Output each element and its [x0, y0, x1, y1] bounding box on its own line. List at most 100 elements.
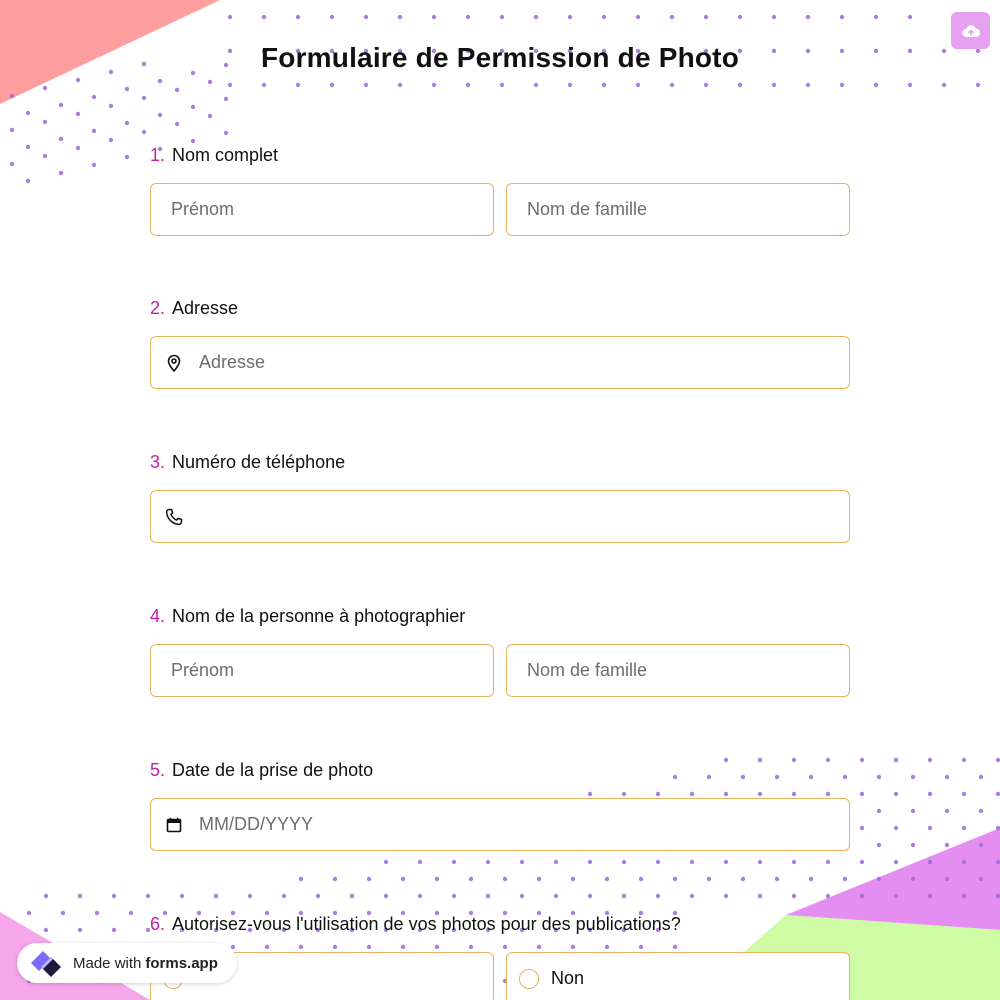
decorative-dot	[145, 893, 151, 899]
forms-app-logo-icon	[31, 951, 61, 977]
decorative-dot	[791, 859, 797, 865]
decorative-dot	[805, 14, 811, 20]
decorative-dot	[723, 859, 729, 865]
decorative-dot	[961, 893, 967, 899]
decorative-dot	[740, 876, 746, 882]
address-input[interactable]: Adresse	[150, 336, 850, 389]
decorative-dot	[58, 170, 64, 176]
decorative-dot	[223, 96, 229, 102]
question-full-name: 1. Nom complet Prénom Nom de famille	[150, 145, 850, 236]
made-with-badge[interactable]: Made with forms.app	[17, 943, 237, 983]
decorative-dot	[941, 82, 947, 88]
decorative-dot	[383, 859, 389, 865]
date-placeholder: MM/DD/YYYY	[199, 814, 314, 834]
decorative-dot	[207, 113, 213, 119]
date-input[interactable]: MM/DD/YYYY	[150, 798, 850, 851]
cloud-upload-icon	[961, 24, 980, 37]
decorative-dot	[995, 791, 1000, 797]
question-label: 3. Numéro de téléphone	[150, 452, 850, 476]
decorative-dot	[42, 153, 48, 159]
decorative-dot	[910, 842, 916, 848]
decorative-dot	[42, 119, 48, 125]
decorative-dot	[876, 808, 882, 814]
decorative-dot	[567, 82, 573, 88]
question-publication-consent: 6. Autorisez-vous l'utilisation de vos p…	[150, 914, 850, 1000]
decorative-dot	[174, 87, 180, 93]
decorative-dot	[927, 859, 933, 865]
radio-option-no[interactable]: Non	[506, 952, 850, 1000]
first-name-input[interactable]: Prénom	[150, 183, 494, 236]
decorative-dot	[839, 14, 845, 20]
question-text: Autorisez-vous l'utilisation de vos phot…	[172, 914, 681, 934]
question-text: Nom complet	[172, 145, 279, 165]
decorative-dot	[771, 14, 777, 20]
decorative-dot	[961, 825, 967, 831]
decorative-dot	[893, 825, 899, 831]
decorative-dot	[417, 893, 423, 899]
decorative-dot	[995, 859, 1000, 865]
decorative-dot	[873, 14, 879, 20]
decorative-dot	[825, 893, 831, 899]
map-pin-icon	[165, 354, 183, 372]
question-subject-name: 4. Nom de la personne à photographier Pr…	[150, 606, 850, 697]
decorative-dot	[485, 859, 491, 865]
decorative-dot	[315, 893, 321, 899]
decorative-dot	[179, 893, 185, 899]
decorative-dot	[944, 774, 950, 780]
decorative-dot	[961, 757, 967, 763]
decorative-dot	[25, 178, 31, 184]
decorative-dot	[635, 82, 641, 88]
decorative-dot	[227, 14, 233, 20]
decorative-dot	[9, 127, 15, 133]
decorative-dot	[737, 14, 743, 20]
decorative-dot	[247, 893, 253, 899]
decorative-dot	[485, 893, 491, 899]
question-number: 2.	[150, 298, 166, 318]
subject-last-name-placeholder: Nom de famille	[527, 660, 648, 680]
decorative-dot	[174, 121, 180, 127]
question-label: 2. Adresse	[150, 298, 850, 322]
decorative-dot	[553, 893, 559, 899]
decorative-dot	[397, 14, 403, 20]
decorative-dot	[519, 893, 525, 899]
decorative-dot	[774, 876, 780, 882]
phone-input[interactable]	[150, 490, 850, 543]
decorative-dot	[978, 808, 984, 814]
decorative-dot	[190, 104, 196, 110]
decorative-dot	[669, 14, 675, 20]
phone-icon	[165, 508, 183, 526]
question-address: 2. Adresse Adresse	[150, 298, 850, 389]
decorative-dot	[873, 82, 879, 88]
question-phone: 3. Numéro de téléphone	[150, 452, 850, 543]
decorative-dot	[689, 893, 695, 899]
decorative-dot	[77, 927, 83, 933]
subject-last-name-input[interactable]: Nom de famille	[506, 644, 850, 697]
decorative-dot	[349, 893, 355, 899]
decorative-dot	[108, 137, 114, 143]
question-text: Date de la prise de photo	[172, 760, 374, 780]
decorative-dot	[601, 82, 607, 88]
decorative-dot	[961, 859, 967, 865]
decorative-dot	[689, 859, 695, 865]
decorative-dot	[58, 102, 64, 108]
decorative-dot	[621, 893, 627, 899]
decorative-dot	[363, 14, 369, 20]
decorative-dot	[859, 893, 865, 899]
decorative-dot	[43, 893, 49, 899]
subject-first-name-input[interactable]: Prénom	[150, 644, 494, 697]
decorative-dot	[944, 842, 950, 848]
radio-circle[interactable]	[519, 968, 539, 989]
question-label: 4. Nom de la personne à photographier	[150, 606, 850, 630]
last-name-input[interactable]: Nom de famille	[506, 183, 850, 236]
decorative-dot	[601, 14, 607, 20]
decorative-dot	[124, 154, 130, 160]
decorative-dot	[213, 893, 219, 899]
decorative-dot	[94, 910, 100, 916]
decorative-dot	[859, 757, 865, 763]
decorative-dot	[261, 82, 267, 88]
decorative-dot	[499, 82, 505, 88]
decorative-dot	[927, 893, 933, 899]
decorative-dot	[298, 876, 304, 882]
upload-button[interactable]	[951, 12, 990, 49]
decorative-dot	[907, 14, 913, 20]
